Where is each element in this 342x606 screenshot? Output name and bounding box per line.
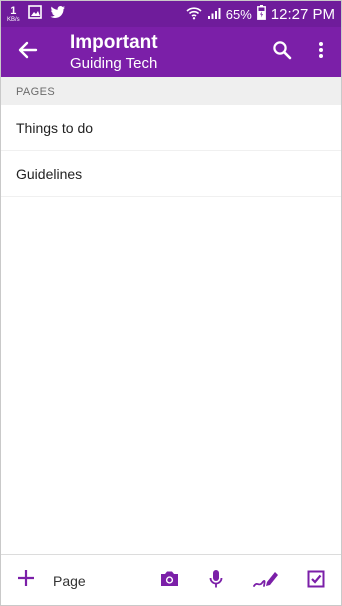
data-rate-unit: KB/s — [7, 16, 20, 23]
more-vert-icon — [318, 41, 324, 64]
checklist-button[interactable] — [304, 569, 328, 593]
search-icon — [272, 40, 292, 65]
status-bar: 1 KB/s 65% 12:27 PM — [1, 1, 341, 27]
status-left: 1 KB/s — [7, 4, 66, 24]
search-button[interactable] — [269, 39, 295, 65]
data-rate-indicator: 1 KB/s — [7, 4, 20, 23]
bottom-toolbar: Page — [1, 554, 341, 605]
status-right: 65% 12:27 PM — [186, 5, 335, 23]
pen-icon — [253, 569, 279, 594]
notebook-section-title: Important — [70, 32, 158, 53]
add-page-label: Page — [53, 572, 86, 589]
add-page-button[interactable]: Page — [17, 569, 86, 592]
microphone-icon — [209, 569, 223, 594]
wifi-icon — [186, 6, 202, 23]
app-bar: Important Guiding Tech — [1, 27, 341, 77]
gallery-icon — [27, 4, 42, 24]
twitter-icon — [50, 5, 66, 24]
signal-icon — [207, 6, 221, 23]
back-arrow-icon — [18, 40, 38, 65]
camera-button[interactable] — [157, 569, 181, 593]
more-options-button[interactable] — [309, 39, 333, 65]
data-rate-value: 1 — [10, 4, 17, 17]
page-list: Things to do Guidelines — [1, 105, 341, 197]
audio-button[interactable] — [204, 569, 228, 593]
battery-icon — [256, 5, 266, 23]
checkbox-icon — [307, 570, 325, 593]
battery-percent: 65% — [225, 6, 252, 22]
back-button[interactable] — [15, 39, 41, 65]
plus-icon — [17, 569, 35, 592]
title-group: Important Guiding Tech — [70, 32, 158, 74]
notebook-subtitle: Guiding Tech — [70, 55, 158, 72]
page-item-things-to-do[interactable]: Things to do — [1, 105, 341, 151]
draw-button[interactable] — [253, 569, 279, 593]
pages-section-header: PAGES — [1, 77, 341, 105]
page-item-guidelines[interactable]: Guidelines — [1, 151, 341, 197]
clock: 12:27 PM — [270, 5, 335, 23]
camera-icon — [159, 570, 180, 592]
